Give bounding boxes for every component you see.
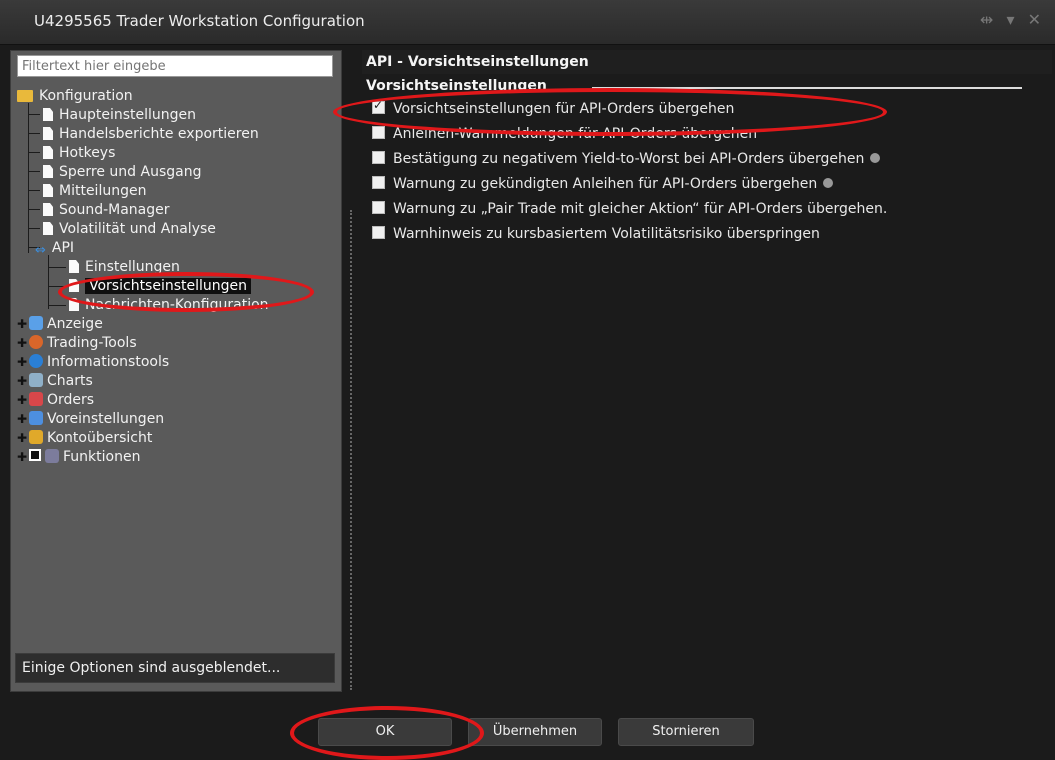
- window-controls[interactable]: ⇹ ▾ ✕: [980, 10, 1045, 29]
- trading-tools-icon: [29, 335, 43, 349]
- tree-label: Funktionen: [63, 449, 141, 465]
- tree-label: Trading-Tools: [47, 335, 137, 351]
- checkbox[interactable]: [372, 151, 385, 164]
- document-icon: [43, 127, 53, 140]
- tree-category-orders[interactable]: ✚ Orders: [17, 391, 94, 409]
- tree-item-sperre[interactable]: Sperre und Ausgang: [43, 163, 201, 181]
- tree-item-mitteilungen[interactable]: Mitteilungen: [43, 182, 146, 200]
- window-title: U4295565 Trader Workstation Configuratio…: [34, 12, 365, 30]
- info-icon[interactable]: [823, 178, 834, 188]
- tree-item-handelsberichte[interactable]: Handelsberichte exportieren: [43, 125, 259, 143]
- option-row[interactable]: Warnung zu gekündigten Anleihen für API-…: [372, 176, 834, 192]
- info-icon[interactable]: [870, 153, 881, 163]
- document-icon: [43, 108, 53, 121]
- panel-header: API - Vorsichtseinstellungen: [362, 50, 1052, 74]
- option-label: Bestätigung zu negativem Yield-to-Worst …: [393, 151, 865, 167]
- tree-label: Voreinstellungen: [47, 411, 165, 427]
- checkbox[interactable]: [372, 201, 385, 214]
- annotation-oval-ok: [290, 706, 484, 760]
- expand-icon[interactable]: ✚: [17, 410, 27, 428]
- orders-icon: [29, 392, 43, 406]
- tree-label: Handelsberichte exportieren: [59, 126, 259, 142]
- tree-label: Mitteilungen: [59, 183, 147, 199]
- annotation-oval-tree: [58, 272, 314, 312]
- option-row[interactable]: Warnhinweis zu kursbasiertem Volatilität…: [372, 226, 820, 242]
- tree-label: Orders: [47, 392, 95, 408]
- tree-category-charts[interactable]: ✚ Charts: [17, 372, 93, 390]
- tree-label: Charts: [47, 373, 93, 389]
- option-row[interactable]: Bestätigung zu negativem Yield-to-Worst …: [372, 151, 881, 167]
- tree-item-api[interactable]: ⇔ API: [35, 239, 75, 258]
- tree-label: Anzeige: [47, 316, 103, 332]
- tree-category-voreinstellungen[interactable]: ✚ Voreinstellungen: [17, 410, 164, 428]
- double-arrow-icon: ⇔: [35, 243, 46, 258]
- document-icon: [43, 222, 53, 235]
- title-bar: U4295565 Trader Workstation Configuratio…: [0, 0, 1055, 45]
- tree-label: Haupteinstellungen: [59, 107, 197, 123]
- filter-input[interactable]: [17, 55, 333, 77]
- expand-icon[interactable]: ✚: [17, 315, 27, 333]
- checkbox[interactable]: [372, 126, 385, 139]
- tree-label: Kontoübersicht: [47, 430, 153, 446]
- checkbox-icon[interactable]: [29, 449, 41, 461]
- option-label: Warnung zu „Pair Trade mit gleicher Akti…: [393, 201, 888, 217]
- document-icon: [43, 184, 53, 197]
- tree-category-kontouebersicht[interactable]: ✚ Kontoübersicht: [17, 429, 152, 447]
- tree-category-trading-tools[interactable]: ✚ Trading-Tools: [17, 334, 137, 352]
- tree-label: Sound-Manager: [59, 202, 170, 218]
- tree-label: Sperre und Ausgang: [59, 164, 202, 180]
- tree-label: Hotkeys: [59, 145, 116, 161]
- expand-icon[interactable]: ✚: [17, 353, 27, 371]
- option-row[interactable]: Warnung zu „Pair Trade mit gleicher Akti…: [372, 201, 887, 217]
- tree-label: API: [51, 240, 75, 256]
- tree-item-volatilitaet[interactable]: Volatilität und Analyse: [43, 220, 216, 238]
- document-icon: [43, 203, 53, 216]
- expand-icon[interactable]: ✚: [17, 372, 27, 390]
- cancel-button[interactable]: Stornieren: [618, 718, 754, 746]
- chart-icon: [29, 373, 43, 387]
- document-icon: [43, 146, 53, 159]
- checkbox[interactable]: [372, 226, 385, 239]
- folder-icon: [17, 90, 33, 102]
- tree-label: Volatilität und Analyse: [59, 221, 216, 237]
- tree-category-informationstools[interactable]: ✚ Informationstools: [17, 353, 169, 371]
- apply-button[interactable]: Übernehmen: [468, 718, 602, 746]
- option-label: Warnhinweis zu kursbasiertem Volatilität…: [393, 226, 820, 242]
- presets-icon: [29, 411, 43, 425]
- document-icon: [69, 260, 79, 273]
- hidden-options-button[interactable]: Einige Optionen sind ausgeblendet...: [15, 653, 335, 683]
- tree-root-konfiguration[interactable]: Konfiguration: [17, 87, 133, 105]
- tree-label: Informationstools: [47, 354, 170, 370]
- tree-label: Konfiguration: [39, 88, 133, 104]
- tree-item-hotkeys[interactable]: Hotkeys: [43, 144, 115, 162]
- pane-divider[interactable]: [350, 210, 352, 690]
- document-icon: [43, 165, 53, 178]
- option-label: Warnung zu gekündigten Anleihen für API-…: [393, 176, 818, 192]
- expand-icon[interactable]: ✚: [17, 391, 27, 409]
- tree-item-sound-manager[interactable]: Sound-Manager: [43, 201, 170, 219]
- expand-icon[interactable]: ✚: [17, 429, 27, 447]
- checkbox[interactable]: [372, 176, 385, 189]
- expand-icon[interactable]: ✚: [17, 334, 27, 352]
- tree-category-funktionen[interactable]: ✚ Funktionen: [17, 448, 140, 466]
- tree-category-anzeige[interactable]: ✚ Anzeige: [17, 315, 103, 333]
- tree-item-haupteinstellungen[interactable]: Haupteinstellungen: [43, 106, 196, 124]
- annotation-oval-option: [333, 88, 887, 136]
- functions-icon: [45, 449, 59, 463]
- expand-icon[interactable]: ✚: [17, 448, 27, 466]
- sidebar: Konfiguration Haupteinstellungen Handels…: [10, 50, 342, 692]
- account-icon: [29, 430, 43, 444]
- display-icon: [29, 316, 43, 330]
- main-panel: API - Vorsichtseinstellungen Vorsichtsei…: [362, 46, 1052, 696]
- info-icon: [29, 354, 43, 368]
